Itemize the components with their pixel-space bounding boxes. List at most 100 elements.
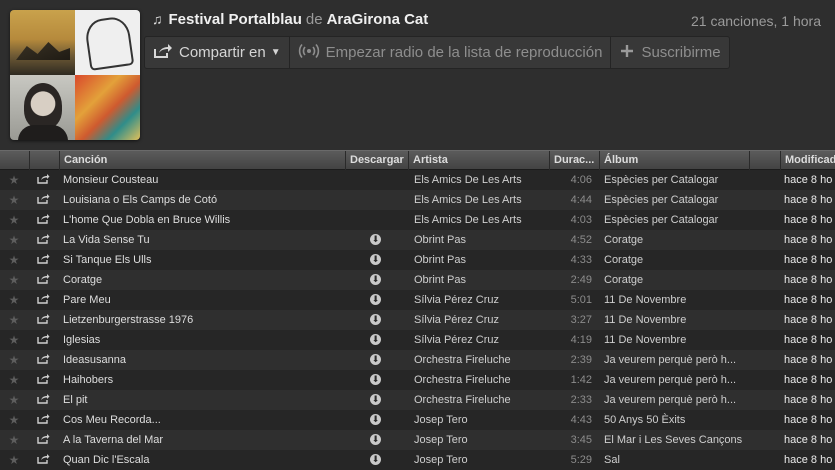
column-header-share[interactable] (29, 151, 59, 170)
share-button[interactable]: Compartir en ▼ (144, 36, 289, 69)
track-title[interactable]: Lietzenburgerstrasse 1976 (63, 310, 343, 330)
track-artist-link[interactable]: Orchestra Fireluche (414, 390, 546, 410)
track-title[interactable]: Pare Meu (63, 290, 343, 310)
share-track-icon[interactable] (35, 270, 51, 290)
download-track-button[interactable]: ⬇ (370, 270, 384, 290)
track-album-link[interactable]: Ja veurem perquè però h... (604, 370, 748, 390)
share-track-icon[interactable] (35, 330, 51, 350)
track-title[interactable]: Si Tanque Els Ulls (63, 250, 343, 270)
star-icon[interactable]: ★ (6, 350, 22, 370)
track-album-link[interactable]: Coratge (604, 270, 748, 290)
download-track-button[interactable]: ⬇ (370, 450, 384, 470)
track-row[interactable]: ★ Iglesias ⬇ Sílvia Pérez Cruz 4:19 11 De Nov… (0, 330, 835, 350)
track-row[interactable]: ★ Monsieur Cousteau Els Amics De Les Arts 4… (0, 170, 835, 190)
star-icon[interactable]: ★ (6, 370, 22, 390)
track-artist-link[interactable]: Els Amics De Les Arts (414, 210, 546, 230)
share-track-icon[interactable] (35, 290, 51, 310)
track-row[interactable]: ★ Pare Meu ⬇ Sílvia Pérez Cruz 5:01 11 De Nov… (0, 290, 835, 310)
download-track-button[interactable]: ⬇ (370, 370, 384, 390)
track-album-link[interactable]: Coratge (604, 250, 748, 270)
track-row[interactable]: ★ Ideasusanna ⬇ Orchestra Fireluche 2:39 Ja v… (0, 350, 835, 370)
download-track-button[interactable]: ⬇ (370, 410, 384, 430)
track-artist-link[interactable]: Sílvia Pérez Cruz (414, 330, 546, 350)
track-row[interactable]: ★ L'home Que Dobla en Bruce Willis Els Ami… (0, 210, 835, 230)
share-track-icon[interactable] (35, 370, 51, 390)
download-track-button[interactable]: ⬇ (370, 430, 384, 450)
track-album-link[interactable]: Espècies per Catalogar (604, 190, 748, 210)
column-header-album[interactable]: Álbum (599, 151, 749, 170)
track-artist-link[interactable]: Josep Tero (414, 450, 546, 470)
column-header-modified[interactable]: Modificad (780, 151, 835, 170)
track-album-link[interactable]: 11 De Novembre (604, 290, 748, 310)
share-track-icon[interactable] (35, 170, 51, 190)
track-artist-link[interactable]: Sílvia Pérez Cruz (414, 290, 546, 310)
download-track-button[interactable]: ⬇ (370, 390, 384, 410)
track-title[interactable]: Louisiana o Els Camps de Cotó (63, 190, 343, 210)
track-row[interactable]: ★ Louisiana o Els Camps de Cotó Els Amics … (0, 190, 835, 210)
column-header-artist[interactable]: Artista (408, 151, 549, 170)
track-title[interactable]: Monsieur Cousteau (63, 170, 343, 190)
star-icon[interactable]: ★ (6, 290, 22, 310)
track-title[interactable]: La Vida Sense Tu (63, 230, 343, 250)
track-album-link[interactable]: 11 De Novembre (604, 330, 748, 350)
star-icon[interactable]: ★ (6, 430, 22, 450)
column-header-download[interactable]: Descargar (345, 151, 408, 170)
track-row[interactable]: ★ Coratge ⬇ Obrint Pas 2:49 Coratge hace 8 ho (0, 270, 835, 290)
share-track-icon[interactable] (35, 450, 51, 470)
track-row[interactable]: ★ Cos Meu Recorda... ⬇ Josep Tero 4:43 50 Any… (0, 410, 835, 430)
track-artist-link[interactable]: Obrint Pas (414, 250, 546, 270)
track-album-link[interactable]: Sal (604, 450, 748, 470)
column-header-song[interactable]: Canción (59, 151, 345, 170)
share-track-icon[interactable] (35, 410, 51, 430)
star-icon[interactable]: ★ (6, 330, 22, 350)
track-artist-link[interactable]: Sílvia Pérez Cruz (414, 310, 546, 330)
track-album-link[interactable]: Espècies per Catalogar (604, 170, 748, 190)
share-track-icon[interactable] (35, 350, 51, 370)
track-title[interactable]: Coratge (63, 270, 343, 290)
track-artist-link[interactable]: Obrint Pas (414, 270, 546, 290)
download-track-button[interactable]: ⬇ (370, 310, 384, 330)
track-album-link[interactable]: Ja veurem perquè però h... (604, 390, 748, 410)
track-artist-link[interactable]: Orchestra Fireluche (414, 370, 546, 390)
track-artist-link[interactable]: Josep Tero (414, 430, 546, 450)
track-title[interactable]: Iglesias (63, 330, 343, 350)
download-track-button[interactable]: ⬇ (370, 350, 384, 370)
star-icon[interactable]: ★ (6, 170, 22, 190)
star-icon[interactable]: ★ (6, 230, 22, 250)
playlist-owner-link[interactable]: AraGirona Cat (327, 11, 429, 28)
download-track-button[interactable]: ⬇ (370, 330, 384, 350)
subscribe-button[interactable]: Suscribirme (610, 36, 730, 69)
track-row[interactable]: ★ Lietzenburgerstrasse 1976 ⬇ Sílvia Pérez … (0, 310, 835, 330)
share-track-icon[interactable] (35, 250, 51, 270)
track-title[interactable]: El pit (63, 390, 343, 410)
column-header-extra[interactable] (749, 151, 780, 170)
track-album-link[interactable]: Coratge (604, 230, 748, 250)
star-icon[interactable]: ★ (6, 270, 22, 290)
download-track-button[interactable]: ⬇ (370, 250, 384, 270)
track-album-link[interactable]: 50 Anys 50 Èxits (604, 410, 748, 430)
column-header-star[interactable] (0, 151, 29, 170)
track-album-link[interactable]: 11 De Novembre (604, 310, 748, 330)
share-track-icon[interactable] (35, 430, 51, 450)
download-track-button[interactable]: ⬇ (370, 290, 384, 310)
download-track-button[interactable]: ⬇ (370, 230, 384, 250)
track-title[interactable]: L'home Que Dobla en Bruce Willis (63, 210, 343, 230)
track-row[interactable]: ★ El pit ⬇ Orchestra Fireluche 2:33 Ja veurem… (0, 390, 835, 410)
track-row[interactable]: ★ Quan Dic l'Escala ⬇ Josep Tero 5:29 Sal hace… (0, 450, 835, 470)
star-icon[interactable]: ★ (6, 250, 22, 270)
playlist-cover-mosaic[interactable] (10, 10, 140, 140)
track-artist-link[interactable]: Orchestra Fireluche (414, 350, 546, 370)
star-icon[interactable]: ★ (6, 450, 22, 470)
track-album-link[interactable]: Ja veurem perquè però h... (604, 350, 748, 370)
star-icon[interactable]: ★ (6, 390, 22, 410)
share-track-icon[interactable] (35, 310, 51, 330)
column-header-duration[interactable]: Durac... (549, 151, 599, 170)
share-track-icon[interactable] (35, 230, 51, 250)
track-title[interactable]: Quan Dic l'Escala (63, 450, 343, 470)
track-artist-link[interactable]: Els Amics De Les Arts (414, 190, 546, 210)
share-track-icon[interactable] (35, 390, 51, 410)
track-row[interactable]: ★ Haihobers ⬇ Orchestra Fireluche 1:42 Ja veu… (0, 370, 835, 390)
share-track-icon[interactable] (35, 210, 51, 230)
track-row[interactable]: ★ Si Tanque Els Ulls ⬇ Obrint Pas 4:33 Coratg… (0, 250, 835, 270)
track-title[interactable]: Ideasusanna (63, 350, 343, 370)
